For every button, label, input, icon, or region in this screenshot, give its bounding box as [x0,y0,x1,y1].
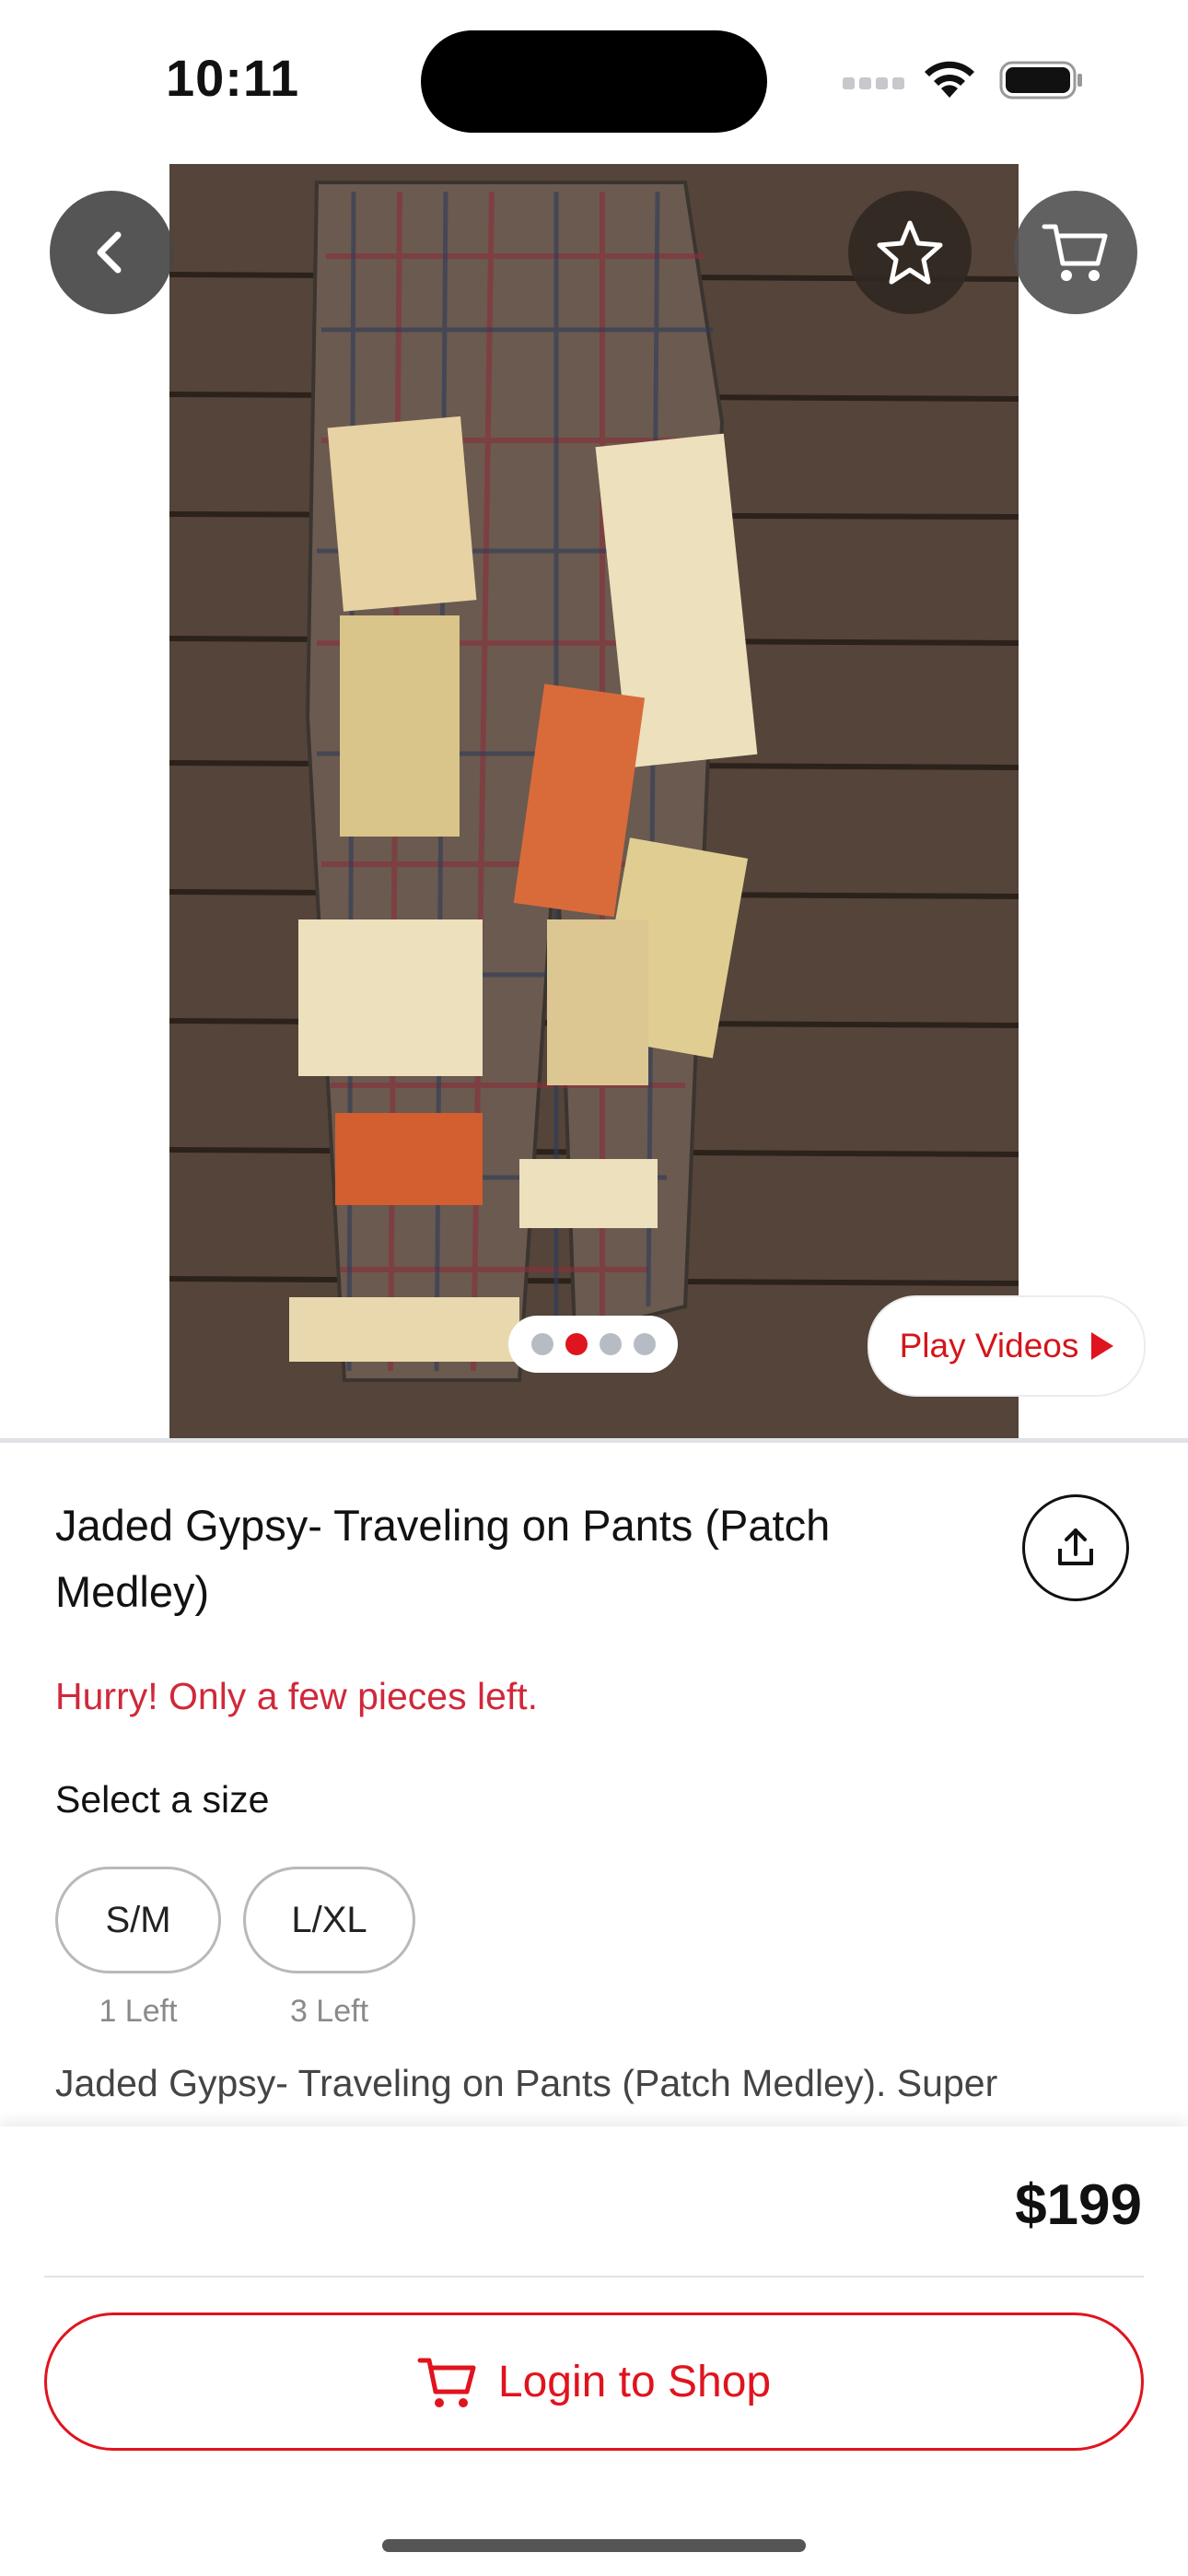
purchase-sheet: $199 Login to Shop [0,2126,1188,2576]
wifi-icon [921,57,978,104]
pager-dot[interactable] [530,1333,553,1355]
product-title: Jaded Gypsy- Traveling on Pants (Patch M… [55,1501,831,1616]
star-icon [877,220,943,285]
size-option-sm[interactable]: S/M [55,1867,221,1973]
product-hero: Play Videos [0,157,1188,1439]
size-option-lxl[interactable]: L/XL [243,1867,415,1973]
size-stock-lxl: 3 Left [289,1994,369,2029]
battery-icon [999,61,1084,104]
login-to-shop-button[interactable]: Login to Shop [44,2313,1144,2451]
cart-icon [417,2358,476,2407]
dynamic-island [421,30,767,133]
back-button[interactable] [50,191,173,314]
play-videos-button[interactable]: Play Videos [868,1295,1146,1397]
play-videos-label: Play Videos [899,1327,1079,1364]
login-to-shop-label: Login to Shop [497,2357,772,2406]
pager-dot[interactable] [599,1333,622,1355]
status-time: 10:11 [166,49,300,107]
stock-warning: Hurry! Only a few pieces left. [55,1675,539,1717]
cellular-signal-icon [843,77,909,94]
image-pager[interactable] [508,1316,678,1373]
pager-dot[interactable] [633,1333,656,1355]
pager-dot-active[interactable] [565,1333,588,1355]
product-image[interactable] [169,164,1019,1439]
size-heading: Select a size [55,1778,270,1821]
sheet-divider [44,2276,1144,2277]
section-divider [0,1438,1188,1443]
share-button[interactable] [1022,1494,1129,1601]
chevron-left-icon [97,231,122,274]
favorite-button[interactable] [848,191,972,314]
size-stock-sm: 1 Left [99,1994,178,2029]
status-bar: 10:11 [0,0,1188,157]
product-description: Jaded Gypsy- Traveling on Pants (Patch M… [55,2062,998,2104]
product-photo-art [169,164,1019,1439]
play-icon [1091,1332,1114,1360]
product-price: $199 [1015,2173,1142,2237]
cart-icon [1042,224,1108,281]
home-indicator[interactable] [382,2539,806,2552]
cart-button[interactable] [1014,191,1137,314]
share-icon [1058,1528,1093,1565]
